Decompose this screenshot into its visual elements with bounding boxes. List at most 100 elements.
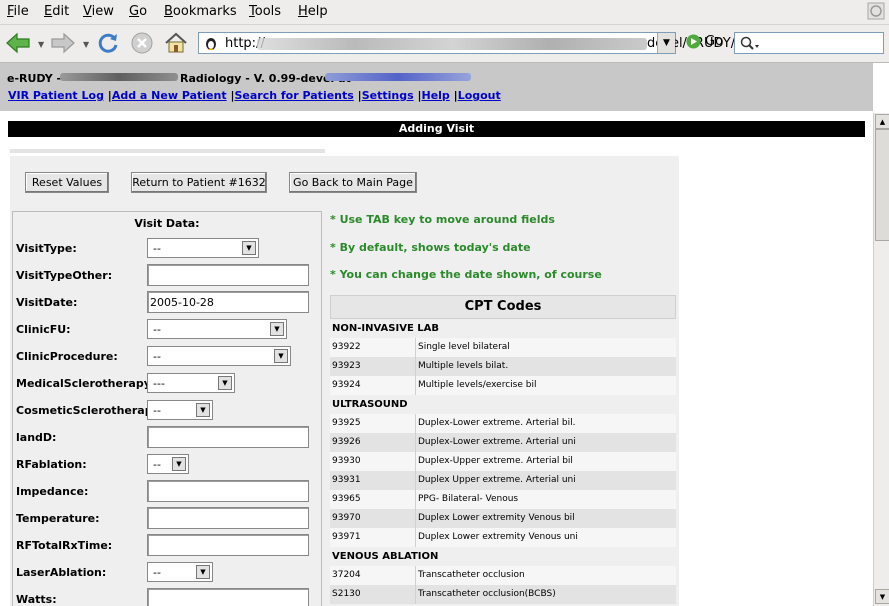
cpt-code: 93930 <box>330 452 416 471</box>
field-label: Temperature: <box>16 512 100 525</box>
cpt-description: Duplex Lower extremity Venous bil <box>416 509 676 528</box>
select-field[interactable]: -- ▼ <box>147 400 213 420</box>
select-field[interactable]: -- ▼ <box>147 562 213 582</box>
field-label: Watts: <box>16 593 57 606</box>
go-button[interactable]: Go <box>686 34 723 49</box>
field-label: ClinicFU: <box>16 323 71 336</box>
site-header: e-RUDY - Radiology - V. 0.99-devel at VI… <box>0 63 873 111</box>
dropdown-arrow-icon[interactable]: ▼ <box>218 376 232 390</box>
vertical-scrollbar[interactable]: ▲ ▼ <box>873 113 889 606</box>
cpt-row: 93923 Multiple levels bilat. <box>330 357 676 376</box>
menu-bar: File Edit View Go Bookmarks Tools Help <box>0 0 889 25</box>
main-page-button[interactable]: Go Back to Main Page <box>289 172 417 193</box>
page-content: e-RUDY - Radiology - V. 0.99-devel at VI… <box>0 63 873 606</box>
dropdown-arrow-icon[interactable]: ▼ <box>196 403 210 417</box>
field-label: RFTotalRxTime: <box>16 539 113 552</box>
dropdown-arrow-icon[interactable]: ▼ <box>172 457 186 471</box>
hint-default-date: * By default, shows today's date <box>330 241 531 254</box>
text-input[interactable] <box>147 426 309 448</box>
cpt-row: 93924 Multiple levels/exercise bil <box>330 376 676 395</box>
link-settings[interactable]: Settings <box>362 89 414 102</box>
cpt-description: Multiple levels bilat. <box>416 357 676 376</box>
link-add-new-patient[interactable]: Add a New Patient <box>112 89 227 102</box>
field-label: ClinicProcedure: <box>16 350 118 363</box>
select-value: -- <box>153 458 161 471</box>
cpt-code: 93931 <box>330 471 416 490</box>
cpt-description: Transcatheter occlusion(BCBS) <box>416 585 676 604</box>
dropdown-arrow-icon[interactable]: ▼ <box>274 349 288 363</box>
input-value: 2005-10-28 <box>150 296 214 309</box>
cpt-row: S2130 Transcatheter occlusion(BCBS) <box>330 585 676 604</box>
select-field[interactable]: -- ▼ <box>147 454 189 474</box>
cpt-description: PPG- Bilateral- Venous <box>416 490 676 509</box>
select-field[interactable]: -- ▼ <box>147 319 287 339</box>
field-label: VisitDate: <box>16 296 78 309</box>
link-help[interactable]: Help <box>422 89 450 102</box>
forward-button[interactable] <box>49 29 77 57</box>
select-value: -- <box>153 404 161 417</box>
home-button[interactable] <box>162 29 190 57</box>
reload-button[interactable] <box>94 29 122 57</box>
dropdown-arrow-icon[interactable]: ▼ <box>196 565 210 579</box>
menu-edit[interactable]: Edit <box>44 4 69 19</box>
menu-help[interactable]: Help <box>298 4 328 19</box>
link-search-patients[interactable]: Search for Patients <box>234 89 353 102</box>
scroll-thumb[interactable] <box>875 129 889 241</box>
site-brand: e-RUDY - <box>7 72 62 85</box>
cpt-description: Transcatheter occlusion <box>416 566 676 585</box>
text-input[interactable]: 2005-10-28 <box>147 291 309 313</box>
scroll-down-icon[interactable]: ▼ <box>875 589 889 604</box>
url-bar[interactable]: http:// devel/eRUDY/eRUDY-test/ ▼ <box>198 32 811 54</box>
site-nav: VIR Patient Log |Add a New Patient |Sear… <box>8 89 501 102</box>
scroll-up-icon[interactable]: ▲ <box>875 114 889 129</box>
menu-view[interactable]: View <box>83 4 114 19</box>
text-input[interactable] <box>147 534 309 556</box>
menu-go[interactable]: Go <box>129 4 147 19</box>
menu-bookmarks[interactable]: Bookmarks <box>164 4 237 19</box>
cpt-description: Duplex-Upper extreme. Arterial bil <box>416 452 676 471</box>
select-field[interactable]: -- ▼ <box>147 346 291 366</box>
cpt-code: 93965 <box>330 490 416 509</box>
return-to-patient-button[interactable]: Return to Patient #1632 <box>131 172 267 193</box>
text-input[interactable] <box>147 588 309 606</box>
cpt-row: 93925 Duplex-Lower extreme. Arterial bil. <box>330 414 676 433</box>
cpt-description: Duplex Upper extreme. Arterial uni <box>416 471 676 490</box>
url-history-dropdown[interactable]: ▼ <box>657 33 675 53</box>
text-input[interactable] <box>147 480 309 502</box>
menu-file[interactable]: File <box>7 4 29 19</box>
back-arrow-icon <box>6 32 30 54</box>
field-label: VisitType: <box>16 242 77 255</box>
cpt-row: 37204 Transcatheter occlusion <box>330 566 676 585</box>
visit-data-form: Visit Data: VisitType: -- ▼ VisitTypeOther:… <box>12 211 322 606</box>
forward-history-icon[interactable]: ▼ <box>83 40 89 49</box>
field-label: MedicalSclerotherapy: <box>16 377 156 390</box>
cpt-row: 93931 Duplex Upper extreme. Arterial uni <box>330 471 676 490</box>
url-redacted <box>257 38 647 50</box>
reset-values-button[interactable]: Reset Values <box>25 172 109 193</box>
cpt-row: 93971 Duplex Lower extremity Venous uni <box>330 528 676 547</box>
text-input[interactable] <box>147 507 309 529</box>
menu-tools[interactable]: Tools <box>249 4 281 19</box>
stop-button[interactable] <box>128 29 156 57</box>
cpt-code: 37204 <box>330 566 416 585</box>
dropdown-arrow-icon[interactable]: ▼ <box>242 241 256 255</box>
select-field[interactable]: --- ▼ <box>147 373 235 393</box>
reload-icon <box>98 33 118 53</box>
cpt-code: 93925 <box>330 414 416 433</box>
text-input[interactable] <box>147 264 309 286</box>
cpt-description: Duplex-Lower extreme. Arterial bil. <box>416 414 676 433</box>
dropdown-arrow-icon[interactable]: ▼ <box>270 322 284 336</box>
search-box[interactable] <box>734 32 884 54</box>
link-vir-patient-log[interactable]: VIR Patient Log <box>8 89 104 102</box>
back-button[interactable] <box>4 29 32 57</box>
link-logout[interactable]: Logout <box>458 89 501 102</box>
back-history-icon[interactable]: ▼ <box>38 40 44 49</box>
select-value: --- <box>153 377 165 390</box>
cpt-code: 93970 <box>330 509 416 528</box>
cpt-code: 93922 <box>330 338 416 357</box>
select-field[interactable]: -- ▼ <box>147 238 259 258</box>
cpt-code: S2130 <box>330 585 416 604</box>
go-label: Go <box>705 34 724 49</box>
cpt-description: Duplex Lower extremity Venous uni <box>416 528 676 547</box>
hint-change-date: * You can change the date shown, of cour… <box>330 268 602 281</box>
